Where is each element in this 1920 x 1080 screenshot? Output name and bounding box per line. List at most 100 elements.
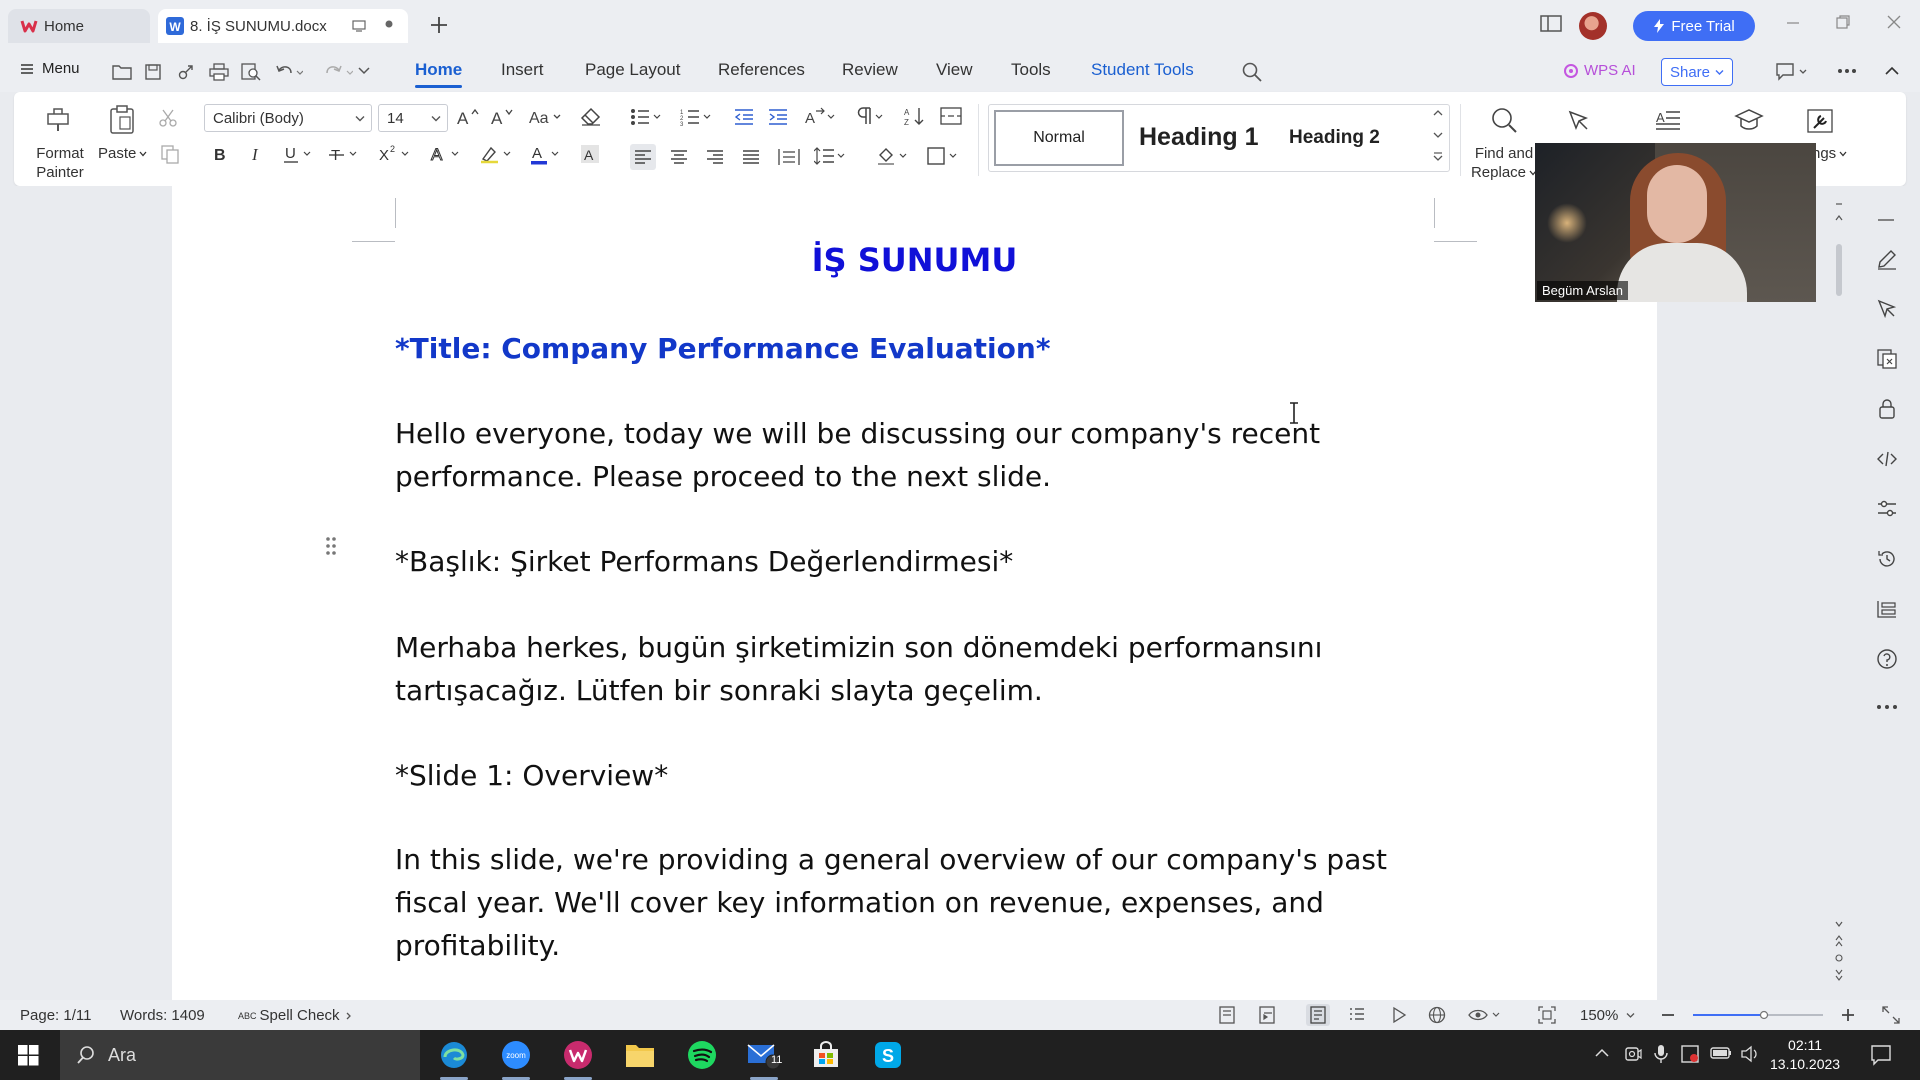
web-layout-list-icon[interactable] [1348,1006,1366,1024]
tray-volume-icon[interactable] [1740,1045,1760,1063]
page-break-icon[interactable] [940,107,962,125]
copy-icon[interactable] [160,144,180,164]
user-avatar[interactable] [1579,12,1607,40]
spell-check-button[interactable]: ABC Spell Check [238,1007,355,1024]
doc-paragraph[interactable]: Hello everyone, today we will be discuss… [395,412,1435,498]
taskbar-edge-icon[interactable] [436,1037,472,1080]
video-call-overlay[interactable]: Begüm Arslan [1535,143,1816,302]
align-center-icon[interactable] [670,148,688,166]
tab-student-tools[interactable]: Student Tools [1091,60,1194,80]
more-options-icon[interactable] [1837,68,1857,74]
taskbar-wps-icon[interactable] [560,1037,596,1080]
adjust-sliders-icon[interactable] [1876,498,1898,520]
tray-battery-icon[interactable] [1710,1046,1732,1060]
window-mode-icon[interactable] [352,20,366,32]
sidebar-collapse-icon[interactable] [1876,216,1896,224]
paste-button[interactable]: Paste [98,144,148,163]
code-icon[interactable] [1876,448,1898,470]
search-icon[interactable] [1241,61,1263,83]
restore-icon[interactable] [1835,14,1851,30]
format-painter-button[interactable]: Format Painter [30,144,90,182]
tray-camera-icon[interactable] [1624,1045,1642,1063]
eye-protection-icon[interactable] [1468,1006,1502,1024]
bold-icon[interactable]: B [210,144,230,164]
page-count[interactable]: Page: 1/11 [20,1007,91,1024]
zoom-level-dropdown[interactable]: 150% [1580,1007,1635,1024]
layout-view-icon[interactable] [1540,14,1564,34]
superscript-icon[interactable]: X2 [378,144,412,164]
close-window-icon[interactable] [1886,14,1902,30]
outline-mode-icon[interactable] [1258,1006,1276,1024]
pen-edit-icon[interactable] [1876,248,1898,270]
doc-heading-title[interactable]: *Title: Company Performance Evaluation* [395,327,1435,370]
font-name-dropdown[interactable]: Calibri (Body) [204,104,372,132]
change-case-icon[interactable]: Aa [528,107,562,127]
share-link-icon[interactable] [177,63,195,81]
decrease-font-icon[interactable]: A [490,107,514,127]
tab-page-layout[interactable]: Page Layout [585,60,680,80]
borders-icon[interactable] [926,146,960,166]
font-size-dropdown[interactable]: 14 [378,104,448,132]
numbered-list-icon[interactable]: 123 [680,108,714,126]
strikethrough-icon[interactable]: T [328,144,360,164]
print-icon[interactable] [209,63,229,81]
bullet-list-icon[interactable] [630,108,664,126]
lock-icon[interactable] [1876,398,1898,420]
education-cap-icon[interactable] [1734,108,1764,132]
help-icon[interactable] [1876,648,1898,670]
tab-home-ribbon[interactable]: Home [415,60,463,88]
open-folder-icon[interactable] [112,63,132,81]
text-effects-icon[interactable]: A [430,144,464,164]
align-left-button[interactable] [630,144,656,170]
text-direction-icon[interactable]: A [804,106,838,126]
history-icon[interactable] [1876,548,1898,570]
tab-insert[interactable]: Insert [501,60,544,80]
read-mode-icon[interactable] [1218,1006,1236,1024]
taskbar-skype-icon[interactable]: S [870,1037,906,1073]
select-pointer-icon[interactable] [1876,298,1898,320]
fit-page-icon[interactable] [1538,1006,1556,1024]
styles-expand-icon[interactable] [1433,151,1443,163]
style-normal[interactable]: Normal [994,110,1124,166]
tab-home[interactable]: Home [8,9,150,43]
document-page[interactable]: İŞ SUNUMU *Title: Company Performance Ev… [172,186,1657,1000]
taskbar-clock[interactable]: 02:11 13.10.2023 [1770,1036,1840,1074]
new-tab-plus-icon[interactable] [428,14,450,36]
tab-tools[interactable]: Tools [1011,60,1051,80]
taskbar-spotify-icon[interactable] [684,1037,720,1073]
print-layout-button[interactable] [1306,1004,1330,1026]
format-painter-icon[interactable] [44,106,72,132]
tray-microphone-icon[interactable] [1652,1044,1670,1064]
taskbar-store-icon[interactable] [808,1037,844,1073]
fullscreen-icon[interactable] [1882,1006,1900,1024]
windows-start-icon[interactable] [18,1045,39,1066]
style-heading-2[interactable]: Heading 2 [1289,127,1380,149]
unsaved-dot-icon[interactable] [384,19,394,29]
free-trial-button[interactable]: Free Trial [1633,11,1755,41]
wps-ai-button[interactable]: WPS AI [1563,62,1636,79]
underline-icon[interactable]: U [282,144,314,164]
tab-references[interactable]: References [718,60,805,80]
taskbar-zoom-icon[interactable]: zoom [498,1037,534,1080]
play-icon[interactable] [1390,1006,1408,1024]
find-replace-icon[interactable] [1490,106,1518,134]
distributed-align-icon[interactable] [778,148,800,166]
drag-handle-icon[interactable] [325,536,337,556]
tab-view[interactable]: View [936,60,973,80]
tray-chevron-up-icon[interactable] [1594,1047,1610,1059]
settings-button[interactable]: ngs [1812,144,1872,163]
doc-paragraph[interactable]: In this slide, we're providing a general… [395,838,1435,967]
text-layout-icon[interactable]: A [1654,108,1682,132]
zoom-slider[interactable] [1692,1008,1824,1022]
line-spacing-icon[interactable] [814,146,848,166]
justify-icon[interactable] [742,148,760,166]
taskbar-mail-icon[interactable]: 11 [746,1037,782,1080]
zoom-in-icon[interactable] [1840,1007,1856,1023]
document-title[interactable]: İŞ SUNUMU [172,241,1657,279]
sort-icon[interactable]: AZ [904,106,926,126]
clear-formatting-icon[interactable] [580,107,602,127]
menu-button[interactable]: Menu [20,60,80,77]
tray-security-icon[interactable] [1680,1044,1700,1064]
globe-icon[interactable] [1428,1006,1446,1024]
collapse-ribbon-icon[interactable] [1884,65,1900,77]
